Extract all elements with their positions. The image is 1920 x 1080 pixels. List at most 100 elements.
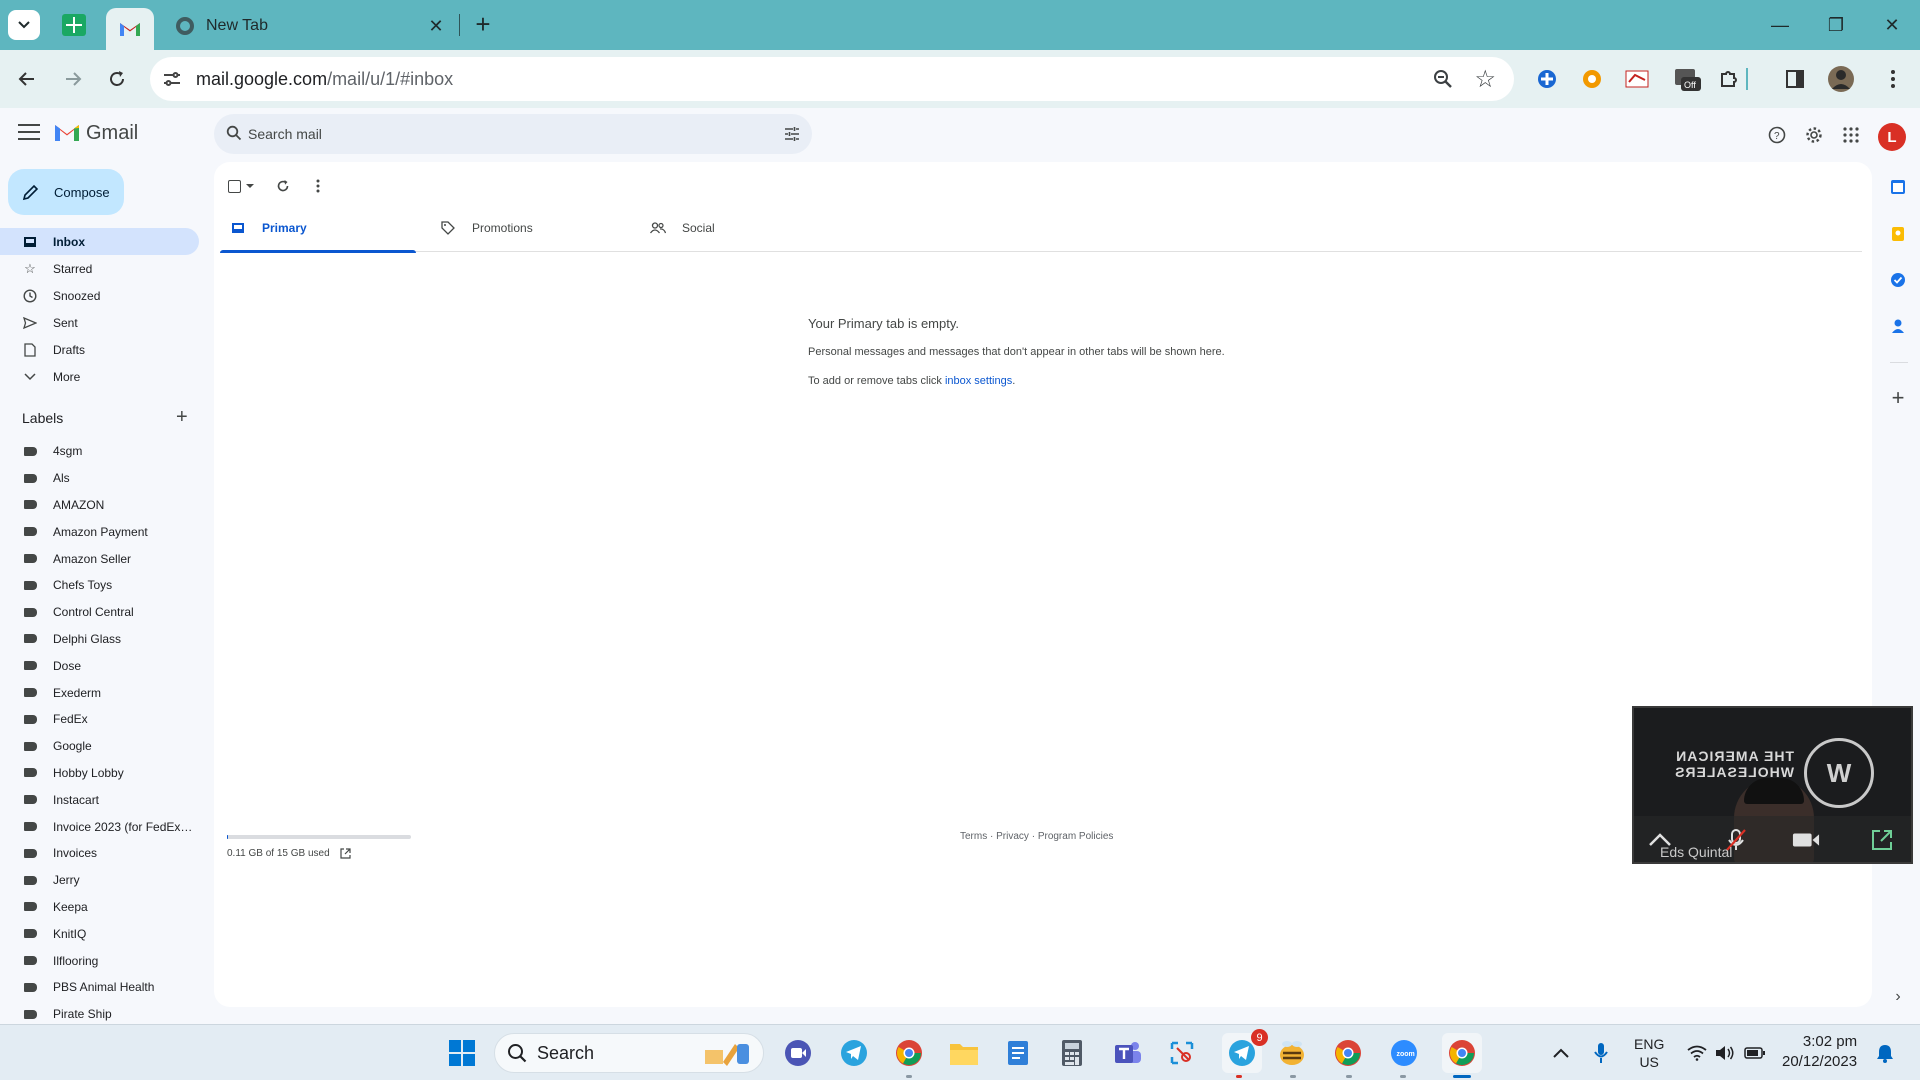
label-item[interactable]: Invoices bbox=[0, 840, 200, 867]
sidebar-item-starred[interactable]: ☆ Starred bbox=[0, 255, 199, 282]
calendar-icon[interactable] bbox=[1888, 177, 1908, 197]
reload-button[interactable] bbox=[100, 62, 134, 96]
minimize-button[interactable]: — bbox=[1752, 0, 1808, 50]
caret-down-icon[interactable] bbox=[245, 183, 255, 189]
label-item[interactable]: PBS Animal Health bbox=[0, 974, 200, 1001]
label-item[interactable]: Chefs Toys bbox=[0, 572, 200, 599]
address-bar[interactable]: mail.google.com/mail/u/1/#inbox ☆ bbox=[150, 57, 1514, 101]
notepad-icon[interactable] bbox=[1002, 1037, 1034, 1069]
sidebar-item-inbox[interactable]: Inbox bbox=[0, 228, 199, 255]
side-panel-icon[interactable] bbox=[1780, 64, 1810, 94]
tab-new-tab[interactable]: New Tab ✕ bbox=[160, 8, 448, 44]
google-sheets-pinned-tab-icon[interactable] bbox=[62, 14, 86, 36]
video-call-preview[interactable]: THE AMERICAN WHOLESALERS W Eds Quintal bbox=[1632, 706, 1913, 864]
new-tab-button[interactable]: + bbox=[468, 10, 498, 40]
tab-search-button[interactable] bbox=[8, 10, 40, 40]
search-input[interactable] bbox=[248, 120, 728, 148]
bee-app-icon[interactable] bbox=[1276, 1037, 1308, 1069]
snipping-tool-icon[interactable] bbox=[1166, 1037, 1198, 1069]
extension-icon-3[interactable] bbox=[1622, 64, 1652, 94]
compose-button[interactable]: Compose bbox=[8, 169, 124, 215]
label-item[interactable]: Delphi Glass bbox=[0, 626, 200, 653]
taskbar-search[interactable]: Search bbox=[494, 1033, 764, 1073]
open-external-icon[interactable] bbox=[1868, 828, 1896, 852]
language-indicator[interactable]: ENG US bbox=[1634, 1025, 1670, 1080]
label-item[interactable]: Keepa bbox=[0, 894, 200, 921]
create-label-plus-icon[interactable]: + bbox=[176, 406, 188, 429]
program-policies-link[interactable]: Program Policies bbox=[1038, 831, 1114, 842]
search-icon[interactable] bbox=[226, 125, 242, 141]
close-tab-button[interactable]: ✕ bbox=[424, 14, 448, 38]
close-window-button[interactable]: ✕ bbox=[1864, 0, 1920, 50]
contacts-icon[interactable] bbox=[1888, 316, 1908, 336]
label-item[interactable]: FedEx bbox=[0, 706, 200, 733]
tasks-icon[interactable] bbox=[1888, 270, 1908, 290]
system-clock[interactable]: 3:02 pm 20/12/2023 bbox=[1782, 1032, 1857, 1072]
label-item[interactable]: KnitIQ bbox=[0, 920, 200, 947]
camera-icon[interactable] bbox=[1792, 828, 1820, 852]
get-addons-plus-icon[interactable]: + bbox=[1888, 385, 1908, 410]
show-hidden-icons-chevron-icon[interactable] bbox=[1546, 1037, 1576, 1069]
label-item[interactable]: Invoice 2023 (for FedEx ... bbox=[0, 813, 200, 840]
label-item[interactable]: 4sgm bbox=[0, 438, 200, 465]
expand-panel-chevron-icon[interactable]: › bbox=[1888, 987, 1908, 1007]
refresh-button[interactable] bbox=[276, 176, 290, 196]
chrome-profile-2-icon[interactable] bbox=[1332, 1037, 1364, 1069]
label-item[interactable]: Exederm bbox=[0, 679, 200, 706]
help-icon[interactable]: ? bbox=[1766, 124, 1788, 146]
privacy-link[interactable]: Privacy bbox=[996, 831, 1029, 842]
sidebar-item-drafts[interactable]: Drafts bbox=[0, 336, 199, 363]
battery-icon[interactable] bbox=[1740, 1037, 1770, 1069]
file-explorer-icon[interactable] bbox=[948, 1037, 980, 1069]
sidebar-item-more[interactable]: More bbox=[0, 363, 199, 390]
chrome-active-icon[interactable] bbox=[1442, 1033, 1482, 1073]
forward-button[interactable] bbox=[56, 62, 90, 96]
label-item[interactable]: Google bbox=[0, 733, 200, 760]
search-bar[interactable] bbox=[214, 114, 812, 154]
meet-now-icon[interactable] bbox=[782, 1037, 814, 1069]
tab-social[interactable]: Social bbox=[640, 204, 836, 252]
extension-icon-1[interactable] bbox=[1532, 64, 1562, 94]
sidebar-item-sent[interactable]: Sent bbox=[0, 309, 199, 336]
zoom-icon[interactable] bbox=[1432, 68, 1454, 90]
chrome-profile-1-icon[interactable] bbox=[893, 1037, 925, 1069]
tab-gmail[interactable] bbox=[106, 8, 154, 50]
telegram-desktop-icon[interactable]: 9 bbox=[1222, 1029, 1268, 1073]
terms-link[interactable]: Terms bbox=[960, 831, 987, 842]
microphone-icon[interactable] bbox=[1586, 1037, 1616, 1069]
select-all-dropdown[interactable] bbox=[228, 176, 255, 196]
search-options-icon[interactable] bbox=[784, 126, 800, 142]
bookmark-star-icon[interactable]: ☆ bbox=[1474, 65, 1496, 94]
label-item[interactable]: Ilflooring bbox=[0, 947, 200, 974]
teams-icon[interactable] bbox=[1112, 1037, 1144, 1069]
telegram-icon[interactable] bbox=[838, 1037, 870, 1069]
label-item[interactable]: AMAZON bbox=[0, 492, 200, 519]
back-button[interactable] bbox=[10, 62, 44, 96]
url-text[interactable]: mail.google.com/mail/u/1/#inbox bbox=[196, 69, 453, 90]
label-item[interactable]: Amazon Payment bbox=[0, 518, 200, 545]
extension-icon-off[interactable]: Off bbox=[1672, 64, 1702, 94]
label-item[interactable]: Instacart bbox=[0, 786, 200, 813]
label-item[interactable]: Hobby Lobby bbox=[0, 760, 200, 787]
calculator-icon[interactable] bbox=[1056, 1037, 1088, 1069]
sidebar-item-snoozed[interactable]: Snoozed bbox=[0, 282, 199, 309]
chrome-menu-icon[interactable] bbox=[1878, 64, 1908, 94]
settings-gear-icon[interactable] bbox=[1803, 124, 1825, 146]
notifications-bell-icon[interactable] bbox=[1870, 1037, 1900, 1069]
volume-icon[interactable] bbox=[1710, 1037, 1740, 1069]
extensions-puzzle-icon[interactable] bbox=[1714, 64, 1744, 94]
label-item[interactable]: Amazon Seller bbox=[0, 545, 200, 572]
main-menu-icon[interactable] bbox=[18, 124, 40, 140]
site-info-icon[interactable] bbox=[162, 69, 182, 89]
profile-avatar[interactable] bbox=[1826, 64, 1856, 94]
windows-start-icon[interactable] bbox=[446, 1037, 478, 1069]
extension-icon-2[interactable] bbox=[1577, 64, 1607, 94]
label-item[interactable]: Control Central bbox=[0, 599, 200, 626]
external-link-icon[interactable] bbox=[340, 848, 351, 859]
account-avatar[interactable]: L bbox=[1878, 123, 1906, 151]
wifi-icon[interactable] bbox=[1682, 1037, 1712, 1069]
more-actions-button[interactable] bbox=[316, 176, 320, 196]
maximize-button[interactable]: ❐ bbox=[1808, 0, 1864, 50]
google-apps-grid-icon[interactable] bbox=[1840, 124, 1862, 146]
keep-notes-icon[interactable] bbox=[1888, 224, 1908, 244]
